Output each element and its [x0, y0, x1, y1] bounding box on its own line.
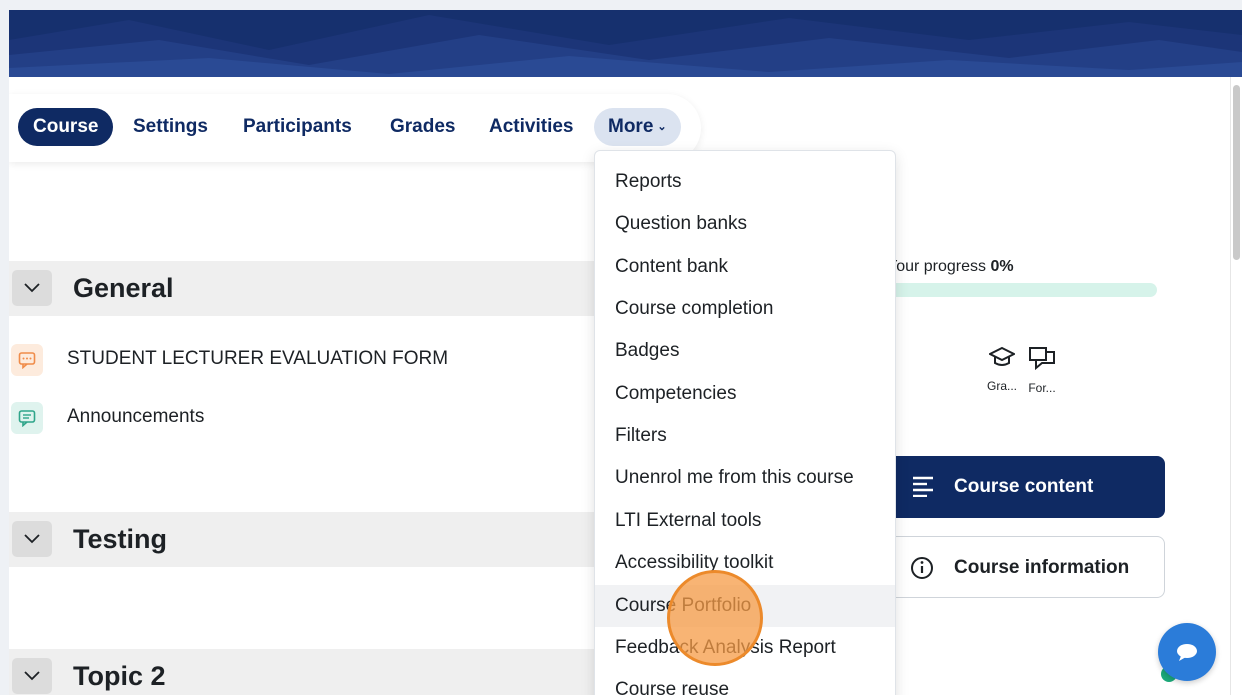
quick-link-label: For...: [1028, 381, 1056, 395]
more-dropdown-menu: Reports Question banks Content bank Cour…: [594, 150, 896, 695]
menu-item-filters[interactable]: Filters: [595, 415, 895, 457]
menu-item-reports[interactable]: Reports: [595, 161, 895, 203]
section-header-topic-2: Topic 2: [9, 649, 609, 695]
menu-item-content-bank[interactable]: Content bank: [595, 246, 895, 288]
course-banner: [9, 10, 1242, 77]
menu-item-unenrol[interactable]: Unenrol me from this course: [595, 457, 895, 499]
progress-label: Your progress 0%: [887, 258, 1014, 276]
menu-item-question-banks[interactable]: Question banks: [595, 203, 895, 245]
chevron-down-icon: ⌄: [657, 121, 667, 133]
quick-link-grades[interactable]: Gra...: [982, 346, 1022, 393]
course-information-label: Course information: [954, 557, 1130, 578]
quick-link-forum[interactable]: For...: [1022, 346, 1062, 395]
section-title[interactable]: Topic 2: [73, 661, 166, 692]
nav-tab-participants[interactable]: Participants: [243, 108, 352, 146]
section-header-testing: Testing: [9, 512, 609, 567]
section-collapse-toggle[interactable]: [12, 521, 52, 557]
section-collapse-toggle[interactable]: [12, 658, 52, 694]
nav-tab-activities[interactable]: Activities: [489, 108, 573, 146]
menu-item-lti-external-tools[interactable]: LTI External tools: [595, 500, 895, 542]
menu-item-course-portfolio[interactable]: Course Portfolio: [595, 585, 895, 627]
feedback-icon: [11, 344, 43, 376]
list-icon: [913, 476, 933, 497]
menu-item-badges[interactable]: Badges: [595, 330, 895, 372]
activity-item[interactable]: Announcements: [9, 400, 589, 436]
chat-icon: [1177, 644, 1197, 661]
progress-value: 0%: [990, 258, 1014, 275]
page-frame: Course Settings Participants Grades Acti…: [9, 10, 1242, 695]
menu-item-competencies[interactable]: Competencies: [595, 373, 895, 415]
info-icon: [911, 557, 933, 579]
chat-button[interactable]: [1158, 623, 1216, 681]
course-information-button[interactable]: Course information: [869, 536, 1165, 598]
nav-tab-course[interactable]: Course: [18, 108, 114, 146]
activity-name[interactable]: STUDENT LECTURER EVALUATION FORM: [67, 348, 448, 370]
chevron-down-icon: [24, 671, 40, 681]
progress-text: Your progress: [887, 258, 987, 275]
section-header-general: General: [9, 261, 609, 316]
progress-bar: [887, 283, 1157, 297]
chevron-down-icon: [24, 534, 40, 544]
nav-tab-settings[interactable]: Settings: [133, 108, 208, 146]
page-scrollbar[interactable]: [1230, 77, 1242, 695]
graduation-cap-icon: [987, 346, 1017, 366]
menu-item-feedback-analysis-report[interactable]: Feedback Analysis Report: [595, 627, 895, 669]
section-title[interactable]: General: [73, 273, 174, 304]
section-collapse-toggle[interactable]: [12, 270, 52, 306]
section-title[interactable]: Testing: [73, 524, 167, 555]
page-scrollbar-thumb[interactable]: [1233, 85, 1240, 260]
activity-item[interactable]: STUDENT LECTURER EVALUATION FORM: [9, 342, 589, 378]
menu-item-course-reuse[interactable]: Course reuse: [595, 669, 895, 695]
course-content-label: Course content: [954, 476, 1094, 497]
menu-item-course-completion[interactable]: Course completion: [595, 288, 895, 330]
activity-name[interactable]: Announcements: [67, 406, 204, 428]
chevron-down-icon: [24, 283, 40, 293]
nav-more-label: More: [608, 116, 654, 137]
menu-item-accessibility-toolkit[interactable]: Accessibility toolkit: [595, 542, 895, 584]
nav-tab-grades[interactable]: Grades: [390, 108, 455, 146]
quick-link-label: Gra...: [986, 379, 1017, 393]
course-content-button[interactable]: Course content: [869, 456, 1165, 518]
forum-icon: [11, 402, 43, 434]
forum-icon: [1029, 347, 1055, 371]
nav-more-dropdown[interactable]: More ⌄: [594, 108, 681, 146]
